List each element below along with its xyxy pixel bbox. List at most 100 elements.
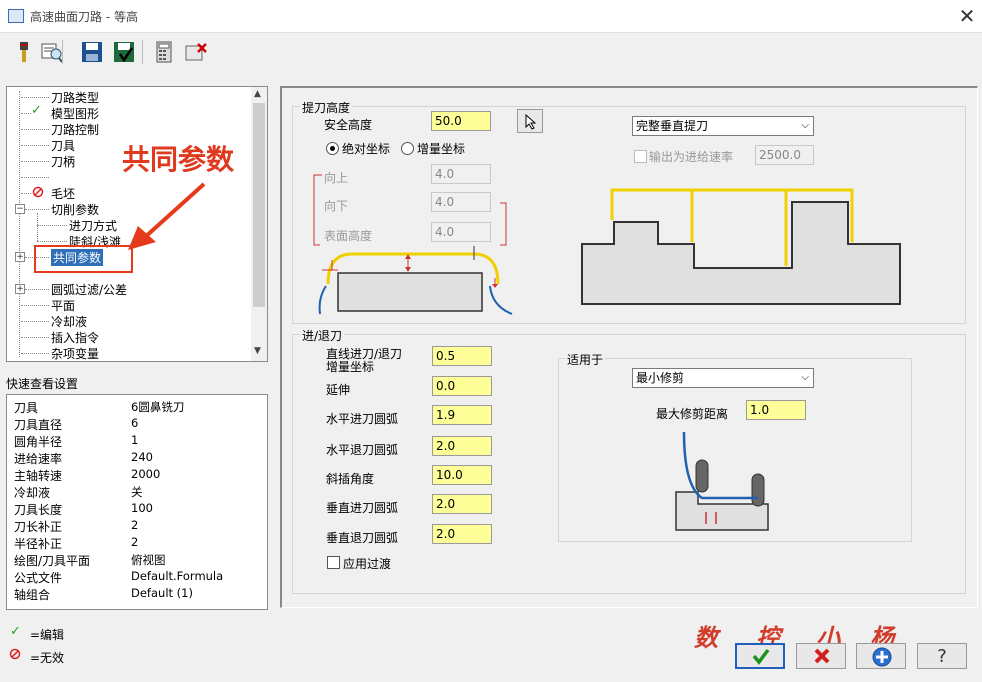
tool-icon[interactable] [12,40,36,64]
collapse-icon[interactable]: − [15,204,25,214]
tree-item-entry-method[interactable]: 进刀方式 [69,217,117,234]
v-entry-arc-input[interactable]: 2.0 [432,494,492,514]
up-label: 向上 [324,171,349,185]
tree-item-toolpath-type[interactable]: 刀路类型 [51,89,99,106]
cancel-button[interactable] [796,643,846,669]
tree-item-arc-filter[interactable]: 圆弧过滤/公差 [51,281,127,298]
h-entry-arc-input[interactable]: 1.9 [432,405,492,425]
cursor-icon [525,114,537,130]
qv-value: 6圆鼻铣刀 [131,400,185,414]
qv-key: 半径补正 [14,537,63,551]
trim-diagram [675,432,769,531]
help-icon: ? [937,646,947,667]
save-as-icon[interactable] [112,40,136,64]
tree-scrollbar[interactable]: ▲ ▼ [251,87,267,361]
tree-item-tool[interactable]: 刀具 [51,137,75,154]
retract-mode-select[interactable]: 完整垂直提刀 ⌵ [632,116,814,136]
absolute-label: 绝对坐标 [342,142,391,156]
tree-item-stock[interactable]: 毛坯 [51,185,75,202]
tree-item-misc-values[interactable]: 杂项变量 [51,345,99,362]
qv-value: 100 [131,501,153,515]
qv-value: Default (1) [131,586,193,600]
qv-key: 主轴转速 [14,469,63,483]
up-input[interactable]: 4.0 [431,164,491,184]
qv-key: 刀具 [14,401,39,415]
apply-transition-checkbox[interactable] [327,556,340,569]
max-trim-label: 最大修剪距离 [656,407,729,421]
expand-icon[interactable]: + [15,252,25,262]
qv-key: 刀具长度 [14,503,63,517]
legend-invalid: =无效 [30,651,65,665]
tree-item-model-geometry[interactable]: 模型图形 [51,105,99,122]
signature-char: 数 [694,623,718,652]
applies-to-title: 适用于 [565,351,606,368]
retract-profile-diagram [581,188,901,305]
help-button[interactable]: ? [917,643,967,669]
calculator-icon[interactable] [152,40,176,64]
tree-item-planes[interactable]: 平面 [51,297,75,314]
v-entry-arc-label: 垂直进刀圆弧 [326,501,399,515]
feed-rate-checkbox[interactable] [634,150,647,163]
incremental-radio[interactable] [401,142,414,155]
surface-height-label: 表面高度 [324,229,373,243]
tree-item-cut-parameters[interactable]: 切削参数 [51,201,99,218]
cancel-x-icon [814,648,830,664]
extend-input[interactable]: 0.0 [432,376,492,396]
highlight-box [34,245,133,273]
select-point-button[interactable] [517,109,543,133]
title-bar: 高速曲面刀路 - 等高 ✕ [0,0,982,33]
scroll-down-icon[interactable]: ▼ [254,346,261,356]
max-trim-input[interactable]: 1.0 [746,400,806,420]
annotation-arrow [128,182,206,250]
down-input[interactable]: 4.0 [431,192,491,212]
qv-key: 进给速率 [14,452,63,466]
feed-rate-input[interactable]: 2500.0 [755,145,814,165]
tree-item-holder[interactable]: 刀柄 [51,153,75,170]
tree-item-coolant[interactable]: 冷却液 [51,313,87,330]
ramp-angle-label: 斜插角度 [326,472,375,486]
checkmark-icon [752,648,770,665]
toolbar-separator [62,40,63,64]
invalid-icon [9,648,21,660]
retract-group-title: 提刀高度 [300,99,353,116]
check-icon: ✓ [31,103,42,118]
chevron-down-icon: ⌵ [801,120,809,131]
legend-edit: =编辑 [30,628,65,642]
qv-value: 俯视图 [131,553,166,567]
window-title: 高速曲面刀路 - 等高 [30,10,138,24]
expand-icon[interactable]: + [15,284,25,294]
check-icon: ✓ [10,624,21,639]
h-exit-arc-label: 水平退刀圆弧 [326,443,399,457]
qv-key: 轴组合 [14,588,51,602]
v-exit-arc-input[interactable]: 2.0 [432,524,492,544]
line-entry-input[interactable]: 0.5 [432,346,492,366]
qv-value: 关 [131,485,143,499]
save-icon[interactable] [80,40,104,64]
applies-to-select[interactable]: 最小修剪 ⌵ [632,368,814,388]
h-exit-arc-input[interactable]: 2.0 [432,436,492,456]
quickview-title: 快速查看设置 [6,377,79,391]
view-icon[interactable] [40,40,64,64]
qv-key: 刀长补正 [14,520,63,534]
down-label: 向下 [324,199,349,213]
ok-button[interactable] [735,643,785,669]
absolute-radio[interactable] [326,142,339,155]
qv-value: 240 [131,450,153,464]
add-button[interactable] [856,643,906,669]
qv-key: 刀具直径 [14,418,63,432]
scroll-up-icon[interactable]: ▲ [254,89,261,99]
surface-height-input[interactable]: 4.0 [431,222,491,242]
safe-height-input[interactable]: 50.0 [431,111,491,131]
safe-height-label: 安全高度 [324,118,373,132]
tree-item-toolpath-control[interactable]: 刀路控制 [51,121,99,138]
chevron-down-icon: ⌵ [801,372,809,383]
qv-value: 6 [131,416,139,430]
v-exit-arc-label: 垂直退刀圆弧 [326,531,399,545]
ramp-angle-input[interactable]: 10.0 [432,465,492,485]
scroll-thumb[interactable] [253,103,265,307]
close-icon[interactable]: ✕ [956,4,978,28]
tree-item-canned-text[interactable]: 插入指令 [51,329,99,346]
app-icon [8,9,24,23]
toolbar [8,38,218,66]
delete-icon[interactable] [184,40,208,64]
